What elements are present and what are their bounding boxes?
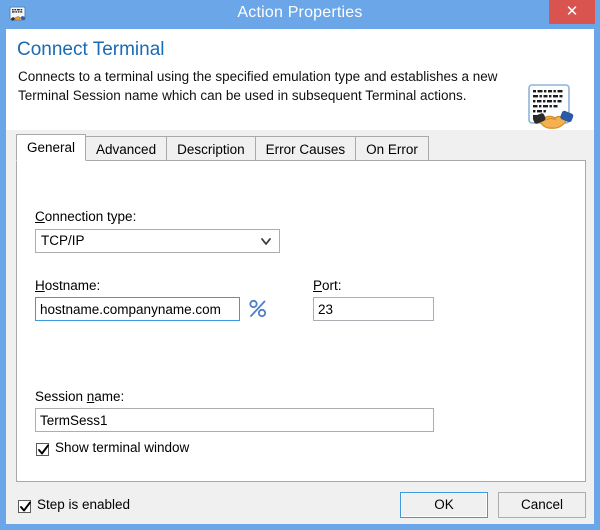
- terminal-handshake-icon: [524, 81, 578, 135]
- label-text: onnection type:: [44, 209, 137, 224]
- hostname-label: Hostname:: [35, 278, 100, 293]
- chevron-down-icon: [259, 234, 273, 248]
- action-properties-dialog: Action Properties ✕ Connect Terminal Con…: [0, 0, 600, 530]
- accelerator-char: C: [35, 209, 45, 224]
- label-text: ame:: [94, 389, 125, 404]
- tab-general[interactable]: General: [16, 134, 87, 161]
- port-input[interactable]: [313, 297, 434, 321]
- accelerator-char: H: [35, 278, 45, 293]
- session-name-input[interactable]: [35, 408, 434, 432]
- page-title: Connect Terminal: [17, 39, 165, 60]
- dialog-client-area: Connect Terminal Connects to a terminal …: [6, 29, 594, 524]
- connection-type-value: TCP/IP: [41, 233, 85, 248]
- page-description: Connects to a terminal using the specifi…: [18, 69, 498, 103]
- checkbox-box: [18, 500, 31, 513]
- header-band: Connect Terminal Connects to a terminal …: [6, 29, 594, 130]
- tab-on-error[interactable]: On Error: [355, 136, 429, 161]
- label-text: ort:: [322, 278, 342, 293]
- port-label: Port:: [313, 278, 342, 293]
- tab-label: General: [27, 140, 76, 155]
- checkbox-box: [36, 443, 49, 456]
- general-tab-panel: Connection type: TCP/IP Hostname: hostna…: [16, 160, 586, 482]
- cancel-button[interactable]: Cancel: [498, 492, 586, 518]
- tab-label: Description: [177, 142, 245, 157]
- close-button[interactable]: ✕: [549, 0, 595, 24]
- session-name-label: Session name:: [35, 389, 124, 404]
- tab-label: On Error: [366, 142, 418, 157]
- tab-advanced[interactable]: Advanced: [85, 136, 168, 161]
- connection-type-label: Connection type:: [35, 209, 136, 224]
- label-text: ostname:: [44, 278, 101, 293]
- hostname-input[interactable]: [35, 297, 240, 321]
- label-text: Session: [35, 389, 87, 404]
- percent-icon: [247, 299, 269, 325]
- close-icon: ✕: [565, 3, 579, 20]
- checkbox-label: Show terminal window: [55, 440, 190, 455]
- tab-strip: General Advanced Description Error Cause…: [16, 134, 586, 162]
- title-bar: Action Properties ✕: [0, 0, 600, 29]
- ok-button[interactable]: OK: [400, 492, 488, 518]
- tab-label: Error Causes: [265, 142, 346, 157]
- tab-label: Advanced: [96, 142, 157, 157]
- tab-description[interactable]: Description: [166, 136, 256, 161]
- hostname-variable-button[interactable]: [247, 297, 269, 321]
- checkbox-label: Step is enabled: [37, 497, 131, 512]
- connection-type-dropdown[interactable]: TCP/IP: [35, 229, 280, 253]
- tab-error-causes[interactable]: Error Causes: [254, 136, 357, 161]
- window-title: Action Properties: [237, 4, 363, 21]
- accelerator-char: P: [313, 278, 323, 293]
